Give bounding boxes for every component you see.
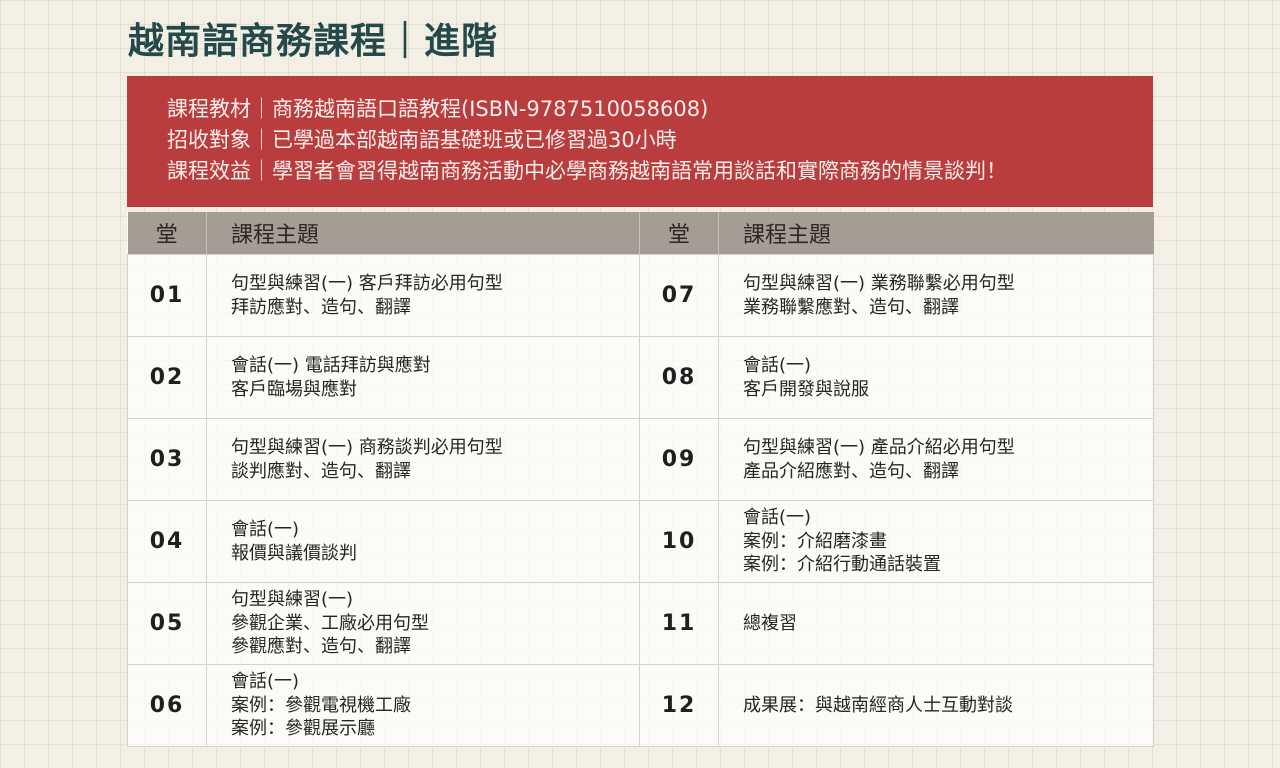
- header-lesson-right: 堂: [639, 212, 719, 255]
- lesson-number: 10: [639, 500, 719, 583]
- table-row: 05 句型與練習(一) 參觀企業、工廠必用句型 參觀應對、造句、翻譯 11 總複習: [127, 582, 1154, 665]
- course-info-banner: 課程教材｜商務越南語口語教程(ISBN-9787510058608) 招收對象｜…: [127, 76, 1153, 207]
- schedule-body: 01 句型與練習(一) 客戶拜訪必用句型 拜訪應對、造句、翻譯 07 句型與練習(一) …: [127, 254, 1154, 747]
- lesson-topic-line: 會話(一): [231, 671, 300, 693]
- lesson-topic-line: 會話(一): [231, 519, 300, 540]
- lesson-topic-line: 句型與練習(一): [231, 589, 354, 611]
- table-row: 01 句型與練習(一) 客戶拜訪必用句型 拜訪應對、造句、翻譯 07 句型與練習(一) …: [127, 254, 1154, 337]
- lesson-number: 07: [639, 254, 719, 337]
- lesson-topic-line: 會話(一) 電話拜訪與應對: [231, 355, 431, 376]
- lesson-number: 02: [127, 336, 207, 419]
- lesson-topic: 句型與練習(一) 業務聯繫必用句型 業務聯繫應對、造句、翻譯: [718, 254, 1154, 337]
- lesson-topic-line: 參觀企業、工廠必用句型: [231, 612, 429, 634]
- lesson-topic: 會話(一) 案例：介紹磨漆畫 案例：介紹行動通話裝置: [718, 500, 1154, 583]
- lesson-topic-line: 參觀應對、造句、翻譯: [231, 636, 411, 658]
- lesson-topic-line: 總複習: [743, 612, 797, 634]
- lesson-topic: 會話(一) 案例：參觀電視機工廠 案例：參觀展示廳: [206, 664, 640, 747]
- lesson-topic: 會話(一) 報價與議價談判: [206, 500, 640, 583]
- course-materials-line: 課程教材｜商務越南語口語教程(ISBN-9787510058608): [167, 97, 709, 121]
- lesson-number: 04: [127, 500, 207, 583]
- page-title: 越南語商務課程｜進階: [128, 21, 499, 62]
- lesson-topic-line: 成果展：與越南經商人士互動對談: [743, 694, 1013, 716]
- lesson-number: 11: [639, 582, 719, 665]
- lesson-topic-line: 會話(一): [743, 507, 812, 529]
- lesson-topic-line: 案例：參觀展示廳: [231, 718, 375, 740]
- header-topic-right: 課程主題: [718, 212, 1154, 255]
- lesson-topic: 句型與練習(一) 產品介紹必用句型 產品介紹應對、造句、翻譯: [718, 418, 1154, 501]
- lesson-topic-line: 會話(一): [743, 355, 812, 376]
- lesson-number: 03: [127, 418, 207, 501]
- lesson-number: 05: [127, 582, 207, 665]
- lesson-topic: 成果展：與越南經商人士互動對談: [718, 664, 1154, 747]
- table-row: 02 會話(一) 電話拜訪與應對 客戶臨場與應對 08 會話(一) 客戶開發與說服: [127, 336, 1154, 419]
- lesson-topic-line: 句型與練習(一) 客戶拜訪必用句型: [231, 273, 503, 294]
- course-benefit-line: 課程效益｜學習者會習得越南商務活動中必學商務越南語常用談話和實際商務的情景談判！: [167, 159, 1007, 183]
- lesson-topic-line: 案例：介紹行動通話裝置: [743, 554, 941, 576]
- lesson-topic-line: 拜訪應對、造句、翻譯: [231, 296, 411, 318]
- lesson-topic-line: 產品介紹應對、造句、翻譯: [743, 460, 959, 482]
- header-topic-left: 課程主題: [206, 212, 640, 255]
- lesson-topic-line: 句型與練習(一) 商務談判必用句型: [231, 437, 503, 458]
- enrollment-target-line: 招收對象｜已學過本部越南語基礎班或已修習過30小時: [167, 128, 677, 152]
- header-lesson-left: 堂: [127, 212, 207, 255]
- lesson-topic-line: 談判應對、造句、翻譯: [231, 460, 411, 482]
- table-row: 06 會話(一) 案例：參觀電視機工廠 案例：參觀展示廳 12 成果展：與越南經商人士互動…: [127, 664, 1154, 747]
- lesson-topic-line: 句型與練習(一) 產品介紹必用句型: [743, 437, 1015, 458]
- lesson-number: 08: [639, 336, 719, 419]
- lesson-topic-line: 報價與議價談判: [231, 542, 357, 564]
- lesson-topic-line: 案例：介紹磨漆畫: [743, 530, 887, 552]
- lesson-topic: 句型與練習(一) 商務談判必用句型 談判應對、造句、翻譯: [206, 418, 640, 501]
- lesson-topic: 會話(一) 客戶開發與說服: [718, 336, 1154, 419]
- lesson-topic-line: 客戶臨場與應對: [231, 378, 357, 400]
- lesson-topic-line: 客戶開發與說服: [743, 378, 869, 400]
- lesson-topic: 句型與練習(一) 客戶拜訪必用句型 拜訪應對、造句、翻譯: [206, 254, 640, 337]
- table-row: 03 句型與練習(一) 商務談判必用句型 談判應對、造句、翻譯 09 句型與練習(一) …: [127, 418, 1154, 501]
- lesson-topic: 句型與練習(一) 參觀企業、工廠必用句型 參觀應對、造句、翻譯: [206, 582, 640, 665]
- lesson-topic: 會話(一) 電話拜訪與應對 客戶臨場與應對: [206, 336, 640, 419]
- table-header-row: 堂 課程主題 堂 課程主題: [127, 212, 1154, 255]
- lesson-topic-line: 句型與練習(一) 業務聯繫必用句型: [743, 273, 1015, 294]
- lesson-topic-line: 案例：參觀電視機工廠: [231, 694, 411, 716]
- lesson-number: 06: [127, 664, 207, 747]
- lesson-number: 12: [639, 664, 719, 747]
- lesson-topic-line: 業務聯繫應對、造句、翻譯: [743, 296, 959, 318]
- lesson-number: 09: [639, 418, 719, 501]
- table-row: 04 會話(一) 報價與議價談判 10 會話(一) 案例：介紹磨漆畫 案例：介紹行動通話裝置: [127, 500, 1154, 583]
- course-schedule-table: 堂 課程主題 堂 課程主題 01 句型與練習(一) 客戶拜訪必用句型 拜訪應對、造句…: [127, 212, 1154, 747]
- lesson-topic: 總複習: [718, 582, 1154, 665]
- lesson-number: 01: [127, 254, 207, 337]
